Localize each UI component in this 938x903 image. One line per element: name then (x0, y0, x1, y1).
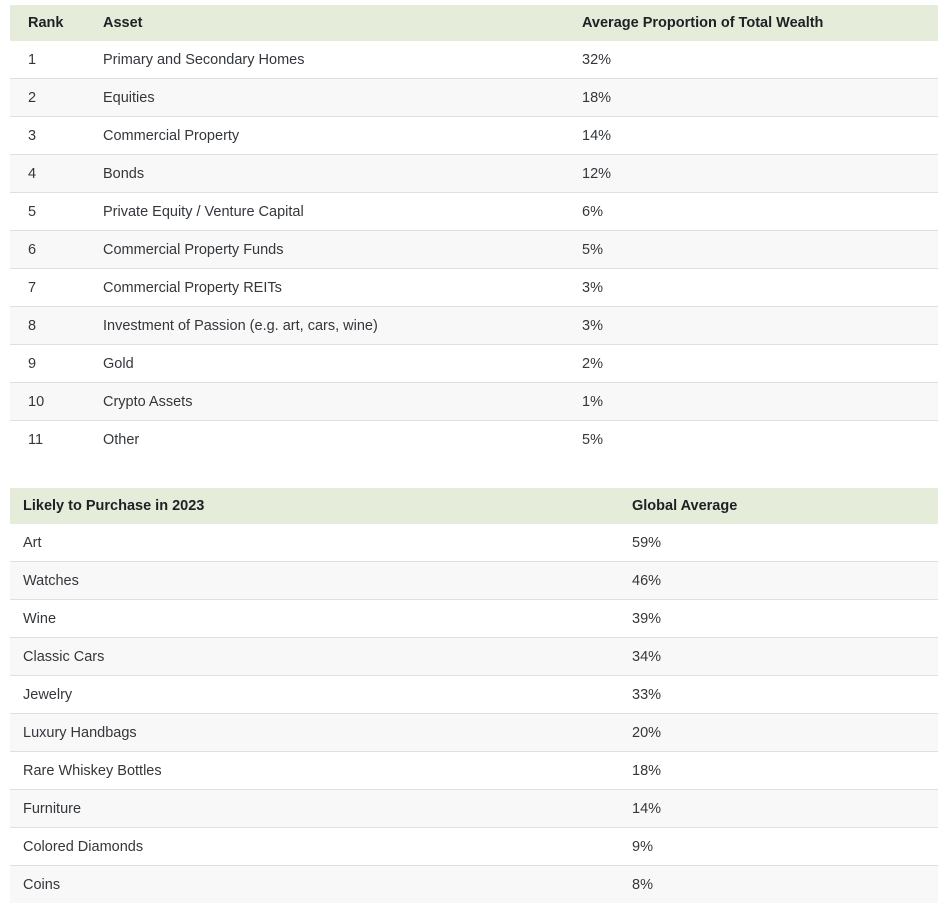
cell-global-average: 33% (632, 676, 938, 714)
cell-asset: Primary and Secondary Homes (103, 41, 582, 79)
cell-global-average: 18% (632, 752, 938, 790)
table-row: Wine39% (10, 600, 938, 638)
table-row: 7Commercial Property REITs3% (10, 269, 938, 307)
cell-global-average: 20% (632, 714, 938, 752)
cell-average-proportion: 32% (582, 41, 938, 79)
cell-rank: 5 (10, 193, 103, 231)
table-row: Art59% (10, 524, 938, 562)
table-row: 10Crypto Assets1% (10, 383, 938, 421)
table-row: Colored Diamonds9% (10, 828, 938, 866)
table-row: 1Primary and Secondary Homes32% (10, 41, 938, 79)
cell-global-average: 46% (632, 562, 938, 600)
column-header-global-average: Global Average (632, 488, 938, 524)
column-header-likely-to-purchase: Likely to Purchase in 2023 (10, 488, 632, 524)
table-header-row: Likely to Purchase in 2023 Global Averag… (10, 488, 938, 524)
cell-asset: Other (103, 421, 582, 459)
table-row: Coins8% (10, 866, 938, 903)
cell-purchase-item: Coins (10, 866, 632, 903)
cell-average-proportion: 3% (582, 269, 938, 307)
table-row: Classic Cars34% (10, 638, 938, 676)
cell-rank: 4 (10, 155, 103, 193)
cell-average-proportion: 18% (582, 79, 938, 117)
cell-asset: Bonds (103, 155, 582, 193)
cell-purchase-item: Watches (10, 562, 632, 600)
cell-purchase-item: Wine (10, 600, 632, 638)
cell-global-average: 34% (632, 638, 938, 676)
table-row: Rare Whiskey Bottles18% (10, 752, 938, 790)
cell-purchase-item: Colored Diamonds (10, 828, 632, 866)
cell-rank: 3 (10, 117, 103, 155)
table-separator (10, 458, 928, 488)
column-header-average-proportion: Average Proportion of Total Wealth (582, 5, 938, 41)
table-row: 11Other5% (10, 421, 938, 459)
cell-purchase-item: Jewelry (10, 676, 632, 714)
table-row: 2Equities18% (10, 79, 938, 117)
cell-global-average: 8% (632, 866, 938, 903)
cell-average-proportion: 6% (582, 193, 938, 231)
column-header-rank: Rank (10, 5, 103, 41)
cell-asset: Commercial Property Funds (103, 231, 582, 269)
likely-to-purchase-table-header: Likely to Purchase in 2023 Global Averag… (10, 488, 938, 524)
page-container: Rank Asset Average Proportion of Total W… (0, 0, 938, 900)
cell-rank: 9 (10, 345, 103, 383)
column-header-asset: Asset (103, 5, 582, 41)
table-row: Watches46% (10, 562, 938, 600)
cell-average-proportion: 14% (582, 117, 938, 155)
cell-rank: 1 (10, 41, 103, 79)
wealth-allocation-table: Rank Asset Average Proportion of Total W… (10, 5, 938, 458)
likely-to-purchase-table: Likely to Purchase in 2023 Global Averag… (10, 488, 938, 903)
cell-rank: 7 (10, 269, 103, 307)
cell-asset: Investment of Passion (e.g. art, cars, w… (103, 307, 582, 345)
cell-average-proportion: 12% (582, 155, 938, 193)
cell-rank: 11 (10, 421, 103, 459)
cell-average-proportion: 3% (582, 307, 938, 345)
cell-average-proportion: 2% (582, 345, 938, 383)
cell-rank: 6 (10, 231, 103, 269)
table-row: 3Commercial Property14% (10, 117, 938, 155)
cell-average-proportion: 5% (582, 231, 938, 269)
cell-rank: 2 (10, 79, 103, 117)
cell-rank: 8 (10, 307, 103, 345)
cell-purchase-item: Luxury Handbags (10, 714, 632, 752)
wealth-allocation-table-header: Rank Asset Average Proportion of Total W… (10, 5, 938, 41)
table-row: 8Investment of Passion (e.g. art, cars, … (10, 307, 938, 345)
cell-purchase-item: Furniture (10, 790, 632, 828)
table-row: 9Gold2% (10, 345, 938, 383)
cell-asset: Private Equity / Venture Capital (103, 193, 582, 231)
cell-asset: Crypto Assets (103, 383, 582, 421)
cell-asset: Equities (103, 79, 582, 117)
cell-global-average: 14% (632, 790, 938, 828)
table-row: Luxury Handbags20% (10, 714, 938, 752)
table-row: 5Private Equity / Venture Capital6% (10, 193, 938, 231)
table-header-row: Rank Asset Average Proportion of Total W… (10, 5, 938, 41)
cell-asset: Commercial Property REITs (103, 269, 582, 307)
cell-purchase-item: Rare Whiskey Bottles (10, 752, 632, 790)
cell-global-average: 59% (632, 524, 938, 562)
likely-to-purchase-table-body: Art59%Watches46%Wine39%Classic Cars34%Je… (10, 524, 938, 903)
cell-global-average: 9% (632, 828, 938, 866)
cell-average-proportion: 5% (582, 421, 938, 459)
cell-purchase-item: Art (10, 524, 632, 562)
table-row: 6Commercial Property Funds5% (10, 231, 938, 269)
table-row: Furniture14% (10, 790, 938, 828)
wealth-allocation-table-body: 1Primary and Secondary Homes32%2Equities… (10, 41, 938, 458)
cell-asset: Gold (103, 345, 582, 383)
cell-asset: Commercial Property (103, 117, 582, 155)
cell-rank: 10 (10, 383, 103, 421)
table-row: Jewelry33% (10, 676, 938, 714)
cell-average-proportion: 1% (582, 383, 938, 421)
cell-global-average: 39% (632, 600, 938, 638)
table-row: 4Bonds12% (10, 155, 938, 193)
cell-purchase-item: Classic Cars (10, 638, 632, 676)
